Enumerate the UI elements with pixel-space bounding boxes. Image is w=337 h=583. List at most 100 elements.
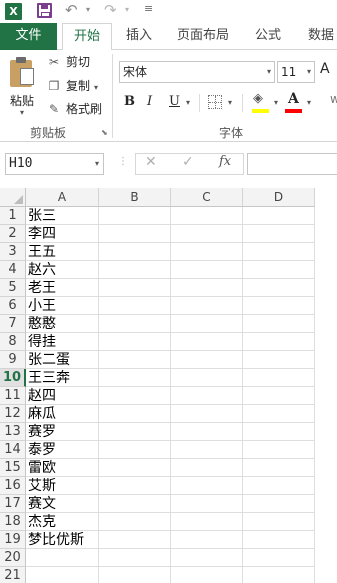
- spreadsheet-grid[interactable]: A B C D 1 张三 2 李四 3 王五 4 赵六 5 老王 6 小王 7 憨憨 8 得挂 9 张二蛋 10 王三奔 11 赵…: [0, 188, 337, 583]
- copy-button[interactable]: ❐ 复制 ▾: [46, 77, 98, 97]
- row-header-10[interactable]: 10: [0, 369, 26, 387]
- select-all-button[interactable]: [0, 188, 26, 207]
- row-header-20[interactable]: 20: [0, 549, 26, 567]
- row-header-1[interactable]: 1: [0, 207, 26, 225]
- cell-b1[interactable]: [99, 207, 171, 225]
- row-header-3[interactable]: 3: [0, 243, 26, 261]
- fill-color-icon[interactable]: ◈: [253, 91, 263, 106]
- tab-file[interactable]: 文件: [0, 23, 57, 50]
- cell-d20[interactable]: [243, 549, 315, 567]
- cell-c11[interactable]: [171, 387, 243, 405]
- cell-c17[interactable]: [171, 495, 243, 513]
- insert-function-icon[interactable]: fx: [219, 154, 231, 169]
- tab-page-layout[interactable]: 页面布局: [170, 23, 236, 50]
- row-header-11[interactable]: 11: [0, 387, 26, 405]
- row-header-17[interactable]: 17: [0, 495, 26, 513]
- font-size-select[interactable]: 11 ▾: [277, 61, 315, 83]
- enter-icon[interactable]: ✓: [182, 154, 194, 170]
- cell-c4[interactable]: [171, 261, 243, 279]
- cell-c14[interactable]: [171, 441, 243, 459]
- cell-d11[interactable]: [243, 387, 315, 405]
- cell-d14[interactable]: [243, 441, 315, 459]
- row-header-2[interactable]: 2: [0, 225, 26, 243]
- cell-c13[interactable]: [171, 423, 243, 441]
- column-header-d[interactable]: D: [243, 188, 315, 207]
- cell-b7[interactable]: [99, 315, 171, 333]
- cell-b15[interactable]: [99, 459, 171, 477]
- cell-b9[interactable]: [99, 351, 171, 369]
- cell-b19[interactable]: [99, 531, 171, 549]
- fill-color-dropdown-icon[interactable]: ▾: [274, 98, 278, 107]
- cell-b16[interactable]: [99, 477, 171, 495]
- cell-c21[interactable]: [171, 567, 243, 583]
- cell-b14[interactable]: [99, 441, 171, 459]
- cell-c1[interactable]: [171, 207, 243, 225]
- cell-a14[interactable]: 泰罗: [26, 441, 99, 459]
- cell-c5[interactable]: [171, 279, 243, 297]
- cell-d6[interactable]: [243, 297, 315, 315]
- cell-b3[interactable]: [99, 243, 171, 261]
- cell-a5[interactable]: 老王: [26, 279, 99, 297]
- cell-d10[interactable]: [243, 369, 315, 387]
- cell-a20[interactable]: [26, 549, 99, 567]
- cell-a16[interactable]: 艾斯: [26, 477, 99, 495]
- row-header-14[interactable]: 14: [0, 441, 26, 459]
- cell-c19[interactable]: [171, 531, 243, 549]
- name-box[interactable]: H10 ▾: [5, 153, 104, 175]
- cell-d9[interactable]: [243, 351, 315, 369]
- column-header-a[interactable]: A: [26, 188, 99, 207]
- cell-d4[interactable]: [243, 261, 315, 279]
- cell-d12[interactable]: [243, 405, 315, 423]
- row-header-19[interactable]: 19: [0, 531, 26, 549]
- tab-data[interactable]: 数据: [301, 23, 337, 50]
- cell-c10[interactable]: [171, 369, 243, 387]
- row-header-12[interactable]: 12: [0, 405, 26, 423]
- cell-a13[interactable]: 赛罗: [26, 423, 99, 441]
- paste-icon[interactable]: [10, 57, 34, 87]
- undo-icon[interactable]: ↶: [65, 1, 78, 19]
- row-header-9[interactable]: 9: [0, 351, 26, 369]
- cell-c9[interactable]: [171, 351, 243, 369]
- tab-insert[interactable]: 插入: [118, 23, 160, 50]
- cell-b2[interactable]: [99, 225, 171, 243]
- row-header-4[interactable]: 4: [0, 261, 26, 279]
- row-header-8[interactable]: 8: [0, 333, 26, 351]
- cell-d1[interactable]: [243, 207, 315, 225]
- cell-a15[interactable]: 雷欧: [26, 459, 99, 477]
- cell-a3[interactable]: 王五: [26, 243, 99, 261]
- copy-dropdown-icon[interactable]: ▾: [94, 83, 98, 92]
- cell-c16[interactable]: [171, 477, 243, 495]
- cell-b5[interactable]: [99, 279, 171, 297]
- cell-d18[interactable]: [243, 513, 315, 531]
- bold-button[interactable]: B: [124, 92, 135, 112]
- tab-formulas[interactable]: 公式: [248, 23, 288, 50]
- cell-a2[interactable]: 李四: [26, 225, 99, 243]
- cell-b10[interactable]: [99, 369, 171, 387]
- cell-c3[interactable]: [171, 243, 243, 261]
- redo-dropdown-icon[interactable]: ▾: [125, 5, 129, 14]
- font-color-icon[interactable]: A: [288, 91, 299, 107]
- column-header-b[interactable]: B: [99, 188, 171, 207]
- cell-a11[interactable]: 赵四: [26, 387, 99, 405]
- cell-d19[interactable]: [243, 531, 315, 549]
- cell-d16[interactable]: [243, 477, 315, 495]
- paste-dropdown-icon[interactable]: ▾: [20, 108, 24, 117]
- italic-button[interactable]: I: [147, 92, 152, 112]
- cell-b20[interactable]: [99, 549, 171, 567]
- cell-d21[interactable]: [243, 567, 315, 583]
- cell-b6[interactable]: [99, 297, 171, 315]
- cell-a18[interactable]: 杰克: [26, 513, 99, 531]
- cell-c12[interactable]: [171, 405, 243, 423]
- cancel-icon[interactable]: ✕: [145, 154, 157, 170]
- cell-a10[interactable]: 王三奔: [26, 369, 99, 387]
- cell-d15[interactable]: [243, 459, 315, 477]
- cell-b18[interactable]: [99, 513, 171, 531]
- cell-c2[interactable]: [171, 225, 243, 243]
- row-header-13[interactable]: 13: [0, 423, 26, 441]
- redo-icon[interactable]: ↷: [104, 1, 117, 19]
- cell-d13[interactable]: [243, 423, 315, 441]
- cell-c8[interactable]: [171, 333, 243, 351]
- row-header-7[interactable]: 7: [0, 315, 26, 333]
- cell-c18[interactable]: [171, 513, 243, 531]
- row-header-16[interactable]: 16: [0, 477, 26, 495]
